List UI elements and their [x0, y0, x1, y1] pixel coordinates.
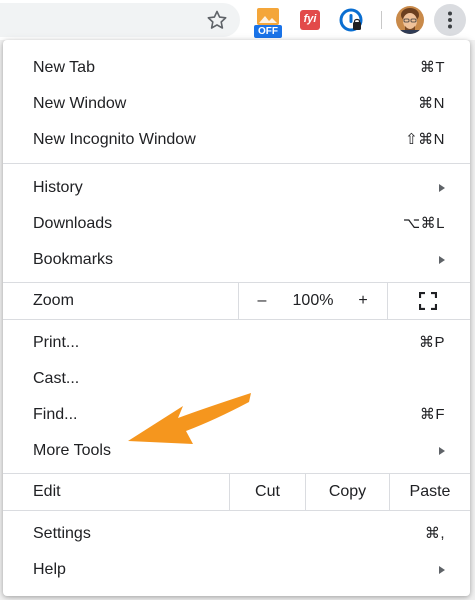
annotation-arrow-icon	[128, 393, 251, 444]
